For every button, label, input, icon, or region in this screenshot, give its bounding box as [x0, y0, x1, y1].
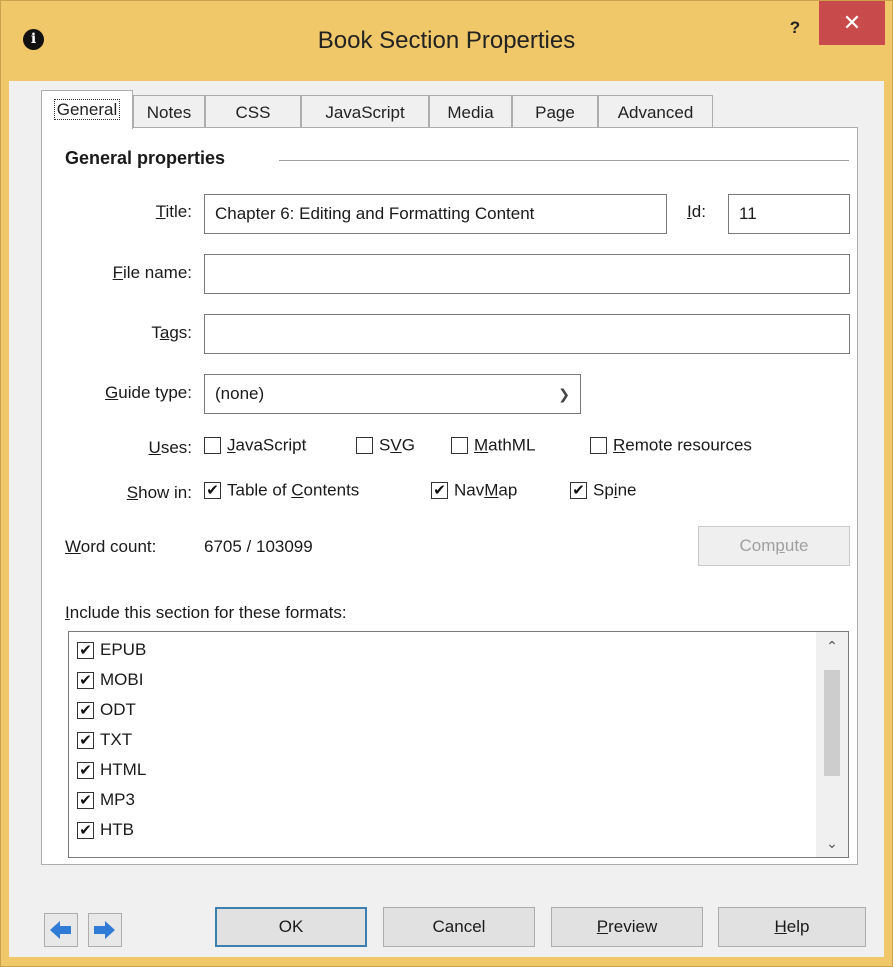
chevron-down-icon[interactable]: ⌄ [816, 829, 848, 857]
uses-javascript-checkbox[interactable]: JavaScript [204, 435, 306, 456]
list-item[interactable]: ✔ HTB [77, 820, 134, 840]
list-item[interactable]: ✔ TXT [77, 730, 132, 750]
title-field[interactable]: Chapter 6: Editing and Formatting Conten… [204, 194, 667, 234]
uses-label: Uses: [148, 438, 192, 457]
checkmark-icon: ✔ [77, 762, 94, 780]
checkbox-box [590, 437, 607, 455]
guide-type-select[interactable]: (none) ❯ [204, 374, 581, 414]
close-button[interactable]: ✕ [819, 1, 885, 45]
list-item[interactable]: ✔ ODT [77, 700, 136, 720]
dialog-client-area: General Notes CSS JavaScript Media Page … [9, 81, 884, 957]
formats-scrollbar[interactable]: ⌃ ⌄ [816, 632, 848, 857]
tab-page[interactable]: Page [512, 95, 598, 128]
checkmark-icon: ✔ [77, 732, 94, 750]
checkbox-box [356, 437, 373, 455]
checkbox-box [451, 437, 468, 455]
dialog-window: i Book Section Properties ? ✕ General No… [0, 0, 893, 967]
show-in-label: Show in: [126, 483, 192, 502]
list-item[interactable]: ✔ HTML [77, 760, 146, 780]
arrow-right-icon [94, 921, 115, 939]
chevron-up-icon[interactable]: ⌃ [816, 632, 848, 660]
help-button[interactable]: Help [718, 907, 866, 947]
general-panel: General properties Title: Chapter 6: Edi… [41, 127, 858, 865]
formats-label: Include this section for these formats: [65, 603, 347, 622]
word-count-value: 6705 / 103099 [204, 537, 313, 556]
id-field[interactable]: 11 [728, 194, 850, 234]
next-section-button[interactable] [88, 913, 122, 947]
guide-type-label: Guide type: [105, 383, 192, 402]
compute-button[interactable]: Compute [698, 526, 850, 566]
word-count-label: Word count: [65, 537, 157, 556]
title-bar[interactable]: i Book Section Properties ? ✕ [1, 1, 892, 79]
tab-general[interactable]: General [41, 90, 133, 129]
show-in-spine-checkbox[interactable]: ✔ Spine [570, 480, 637, 501]
scrollbar-thumb[interactable] [824, 670, 840, 776]
uses-remote-resources-checkbox[interactable]: Remote resources [590, 435, 752, 456]
uses-mathml-checkbox[interactable]: MathML [451, 435, 535, 456]
checkmark-icon: ✔ [204, 482, 221, 500]
checkmark-icon: ✔ [77, 642, 94, 660]
window-title: Book Section Properties [317, 27, 576, 54]
tab-advanced[interactable]: Advanced [598, 95, 713, 128]
ok-button[interactable]: OK [215, 907, 367, 947]
preview-button[interactable]: Preview [551, 907, 703, 947]
tab-javascript[interactable]: JavaScript [301, 95, 429, 128]
checkmark-icon: ✔ [431, 482, 448, 500]
group-title: General properties [65, 148, 226, 168]
filename-label: File name: [112, 263, 192, 282]
checkmark-icon: ✔ [77, 792, 94, 810]
checkmark-icon: ✔ [77, 822, 94, 840]
show-in-toc-checkbox[interactable]: ✔ Table of Contents [204, 480, 359, 501]
checkbox-box [204, 437, 221, 455]
guide-type-value: (none) [215, 384, 265, 403]
tags-label: Tags: [151, 323, 192, 342]
group-divider [279, 160, 849, 161]
show-in-navmap-checkbox[interactable]: ✔ NavMap [431, 480, 517, 501]
list-item[interactable]: ✔ EPUB [77, 640, 146, 660]
list-item[interactable]: ✔ MP3 [77, 790, 135, 810]
tags-field[interactable] [204, 314, 850, 354]
checkmark-icon: ✔ [77, 702, 94, 720]
tab-notes[interactable]: Notes [133, 95, 205, 128]
arrow-left-icon [50, 921, 71, 939]
list-item[interactable]: ✔ MOBI [77, 670, 143, 690]
cancel-button[interactable]: Cancel [383, 907, 535, 947]
previous-section-button[interactable] [44, 913, 78, 947]
chevron-down-icon: ❯ [558, 386, 570, 402]
tab-media[interactable]: Media [429, 95, 512, 128]
checkmark-icon: ✔ [570, 482, 587, 500]
checkmark-icon: ✔ [77, 672, 94, 690]
close-icon: ✕ [842, 10, 862, 35]
tab-css[interactable]: CSS [205, 95, 301, 128]
title-label: Title: [155, 202, 192, 221]
help-title-button[interactable]: ? [775, 13, 815, 43]
formats-list[interactable]: ✔ EPUB ✔ MOBI ✔ ODT ✔ TXT ✔ HTML ✔ MP3 ✔ HTB ⌃ … [68, 631, 849, 858]
filename-field[interactable] [204, 254, 850, 294]
uses-svg-checkbox[interactable]: SVG [356, 435, 415, 456]
id-label: Id: [687, 202, 706, 221]
